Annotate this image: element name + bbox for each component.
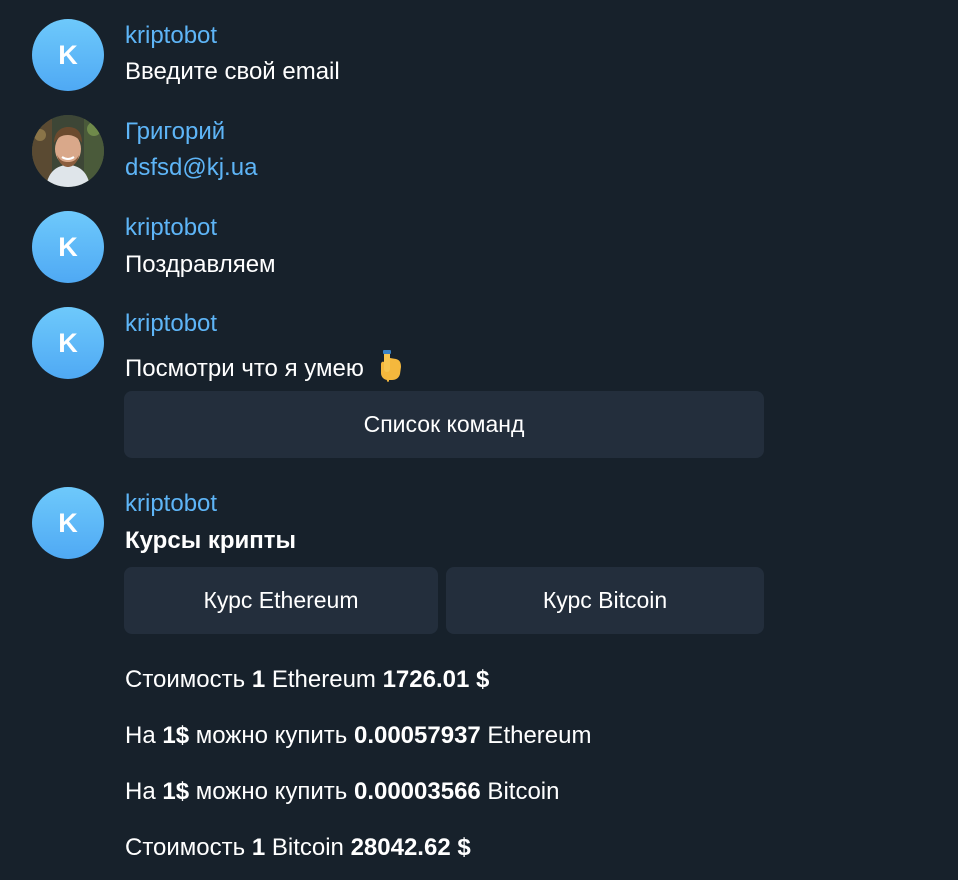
bot-avatar[interactable]: K (32, 307, 104, 379)
rate-text: Ethereum (265, 666, 383, 693)
button-label: Список команд (363, 411, 525, 437)
sender-name[interactable]: kriptobot (125, 490, 217, 518)
user-avatar[interactable] (32, 115, 104, 187)
sender-name[interactable]: kriptobot (125, 310, 217, 338)
avatar-letter: K (58, 39, 78, 70)
rate-text: Стоимость (125, 834, 252, 861)
avatar-letter: K (58, 507, 78, 538)
rate-text: можно купить (189, 722, 354, 749)
bot-avatar[interactable]: K (32, 211, 104, 283)
rate-value: 1$ (162, 778, 190, 805)
message-text: Курсы крипты (125, 527, 297, 554)
rate-text: Bitcoin (480, 778, 560, 805)
message-text-row: Посмотри что я умею (125, 350, 404, 389)
sender-name[interactable]: kriptobot (125, 214, 217, 242)
avatar-letter: K (58, 327, 78, 358)
rate-line-btc-price: Стоимость 1 Bitcoin 28042.62 $ (125, 834, 471, 862)
ethereum-rate-button[interactable]: Курс Ethereum (124, 567, 438, 634)
rate-value: 0.00003566 (353, 778, 481, 805)
chat-history: K kriptobot Введите свой email Григорий … (0, 0, 958, 880)
rate-line-btc-per-dollar: На 1$ можно купить 0.00003566 Bitcoin (125, 778, 559, 806)
rate-text: Bitcoin (265, 834, 351, 861)
rate-text: Ethereum (480, 722, 592, 749)
rate-text: можно купить (189, 778, 354, 805)
bitcoin-rate-button[interactable]: Курс Bitcoin (446, 567, 764, 634)
bot-avatar[interactable]: K (32, 19, 104, 91)
rate-line-eth-price: Стоимость 1 Ethereum 1726.01 $ (125, 666, 489, 694)
email-link[interactable]: dsfsd@kj.ua (125, 154, 257, 182)
rate-text: На (125, 722, 163, 749)
button-label: Курс Bitcoin (542, 587, 668, 613)
rate-value: 1 (251, 834, 266, 861)
rate-value: 0.00057937 (353, 722, 481, 749)
bot-avatar[interactable]: K (32, 487, 104, 559)
point-down-hand-icon (376, 350, 404, 389)
button-label: Курс Ethereum (203, 587, 359, 613)
commands-list-button[interactable]: Список команд (124, 391, 764, 458)
message-text: Посмотри что я умею (125, 354, 364, 382)
sender-name[interactable]: kriptobot (125, 22, 217, 50)
sender-name[interactable]: Григорий (125, 118, 225, 146)
rate-line-eth-per-dollar: На 1$ можно купить 0.00057937 Ethereum (125, 722, 591, 750)
rate-text: На (125, 778, 163, 805)
rate-value: 1$ (162, 722, 190, 749)
message-text: Поздравляем (125, 251, 276, 278)
rate-value: 1726.01 $ (382, 666, 490, 693)
avatar-letter: K (58, 231, 78, 262)
user-photo (32, 115, 104, 187)
message-text: Введите свой email (125, 58, 340, 85)
rate-value: 1 (251, 666, 266, 693)
rate-value: 28042.62 $ (350, 834, 471, 861)
rate-text: Стоимость (125, 666, 252, 693)
